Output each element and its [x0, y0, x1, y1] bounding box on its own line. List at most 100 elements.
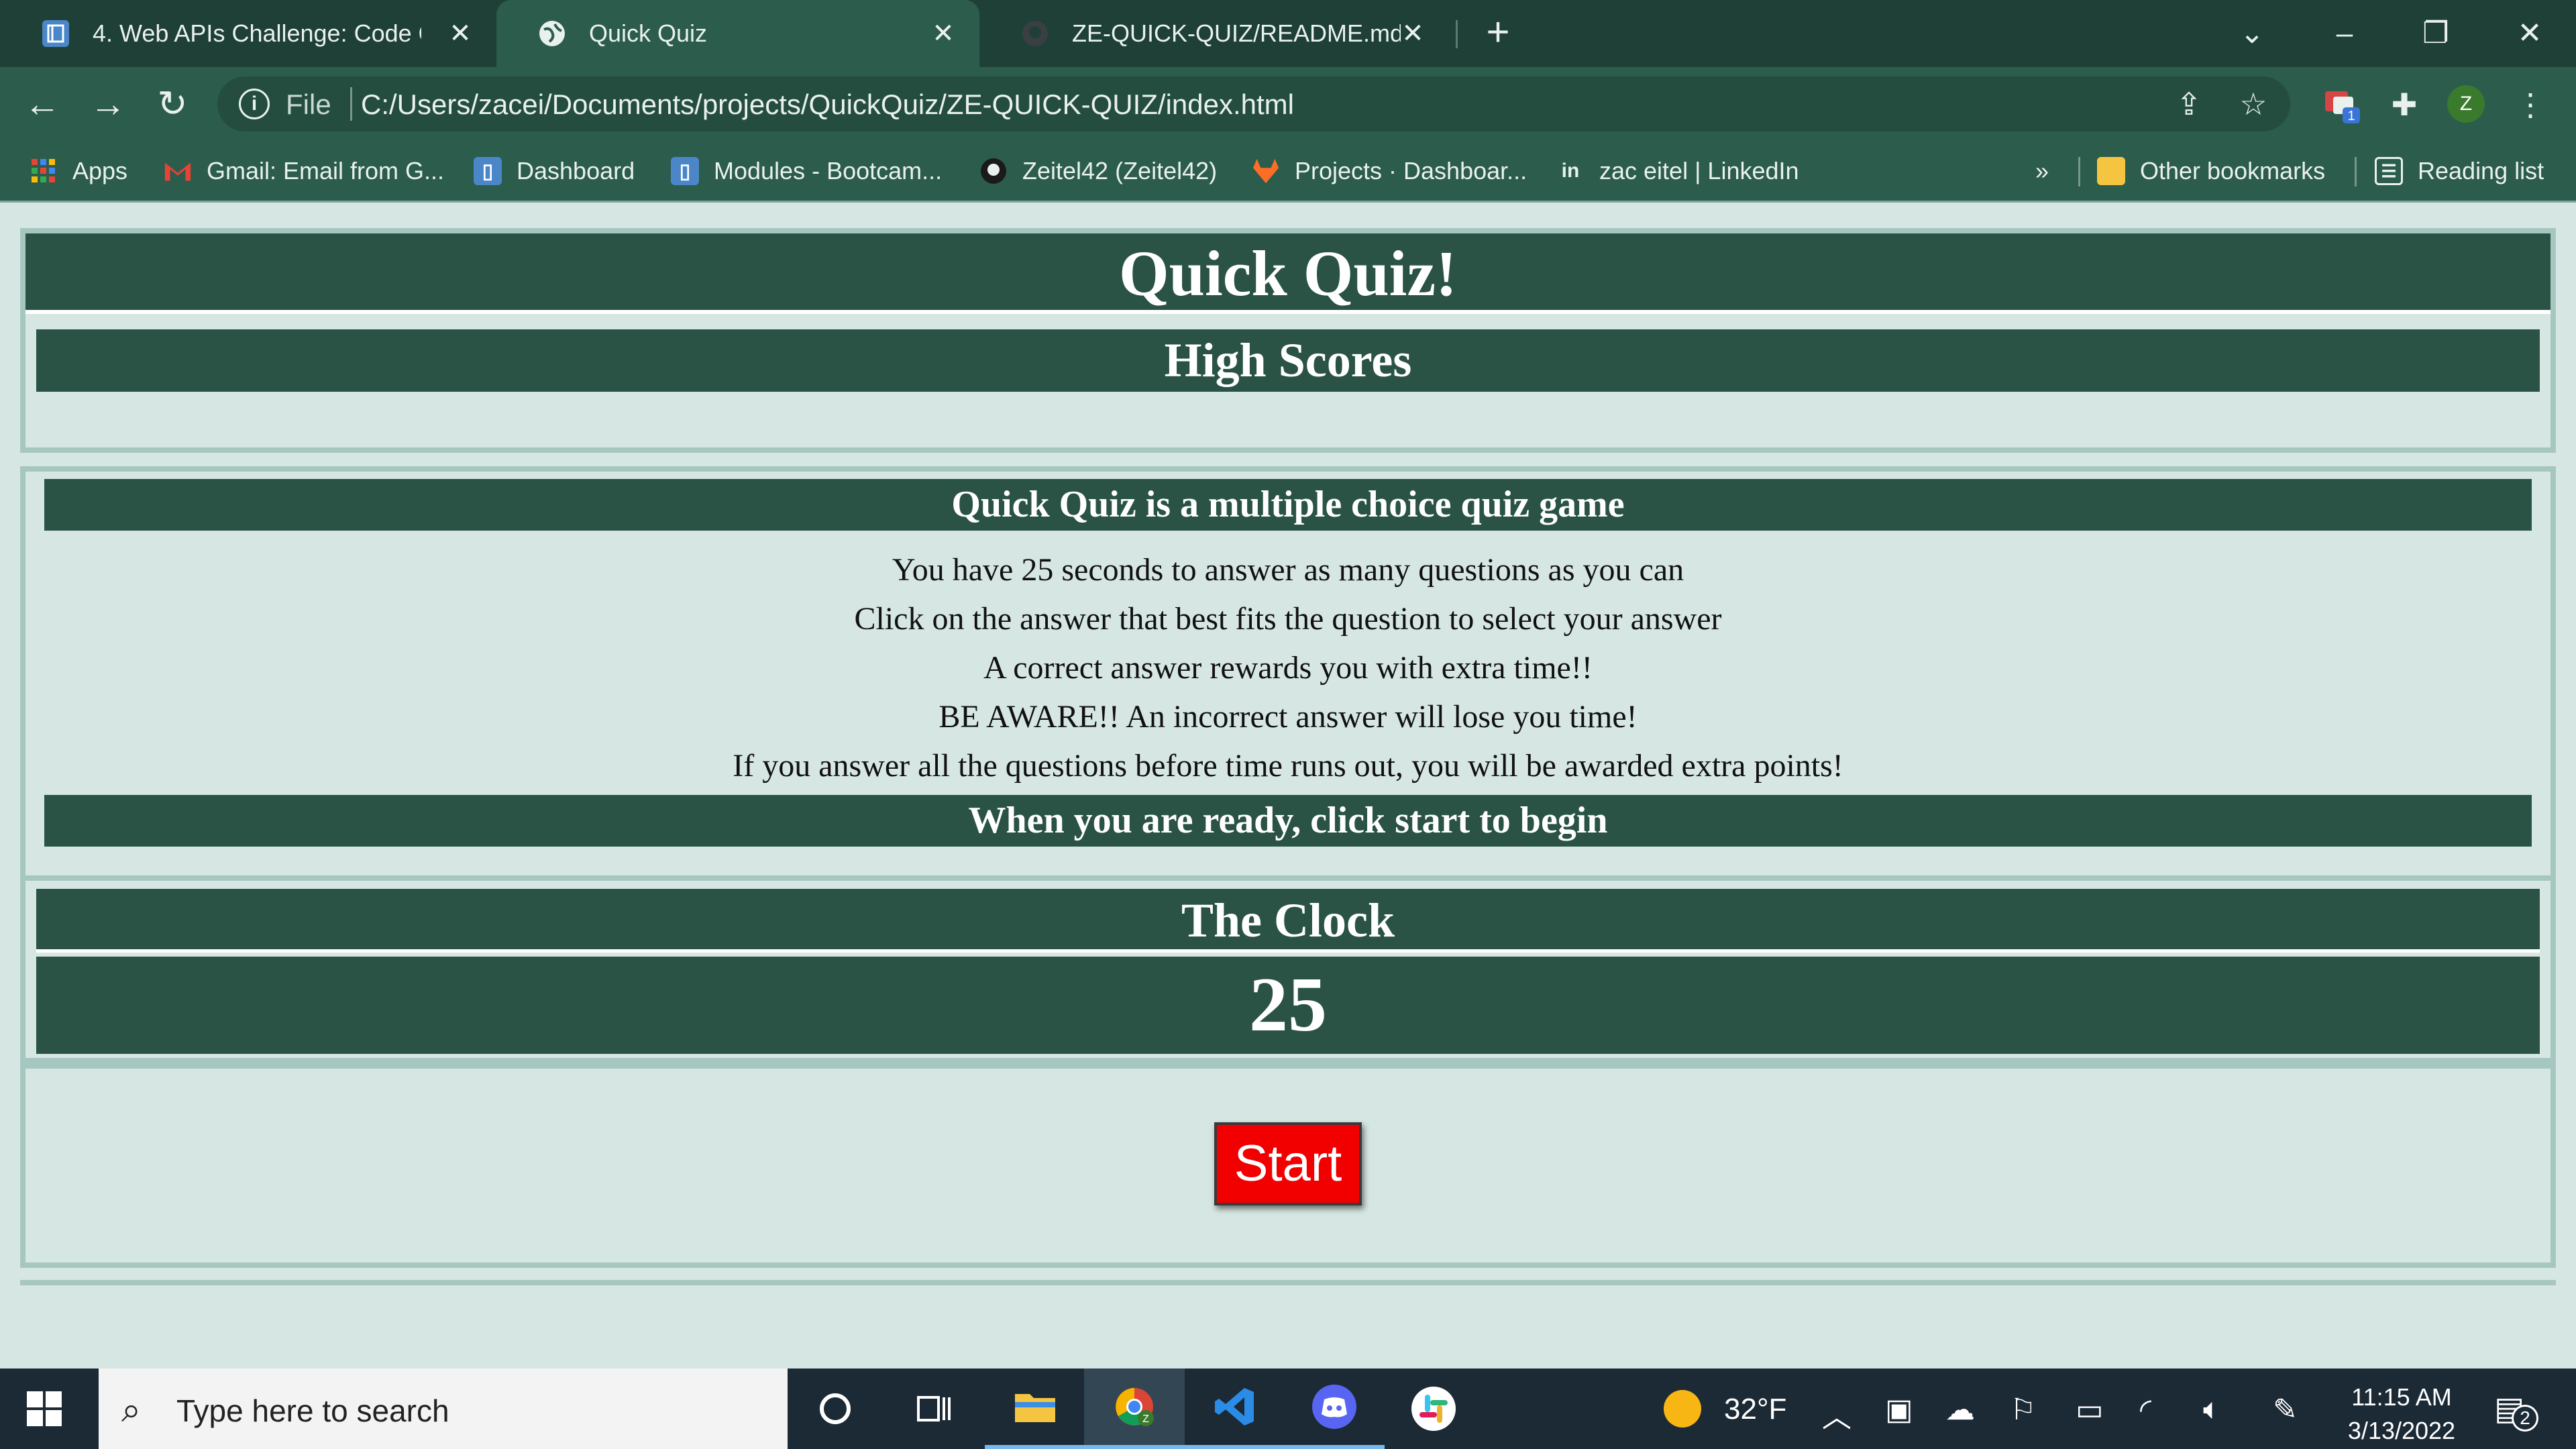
- notification-center-icon[interactable]: ▤ 2: [2494, 1390, 2538, 1432]
- bookmark-other-bookmarks[interactable]: Other bookmarks: [2097, 152, 2325, 191]
- instruction-line: BE AWARE!! An incorrect answer will lose…: [938, 699, 1638, 735]
- bookmark-linkedin[interactable]: in zac eitel | LinkedIn: [1556, 152, 1799, 191]
- bookmark-label: Other bookmarks: [2140, 157, 2326, 184]
- bootcamp-icon: ▯: [474, 157, 502, 185]
- bookmark-label: zac eitel | LinkedIn: [1599, 157, 1799, 184]
- address-bar[interactable]: i File C:/Users/zacei/Documents/projects…: [217, 76, 2290, 131]
- chrome-profile-initial: Z: [1142, 1413, 1149, 1425]
- tab-search-chevron-icon[interactable]: ⌄: [2229, 12, 2275, 55]
- reading-list-button[interactable]: ☰ Reading list: [2375, 152, 2544, 191]
- windows-taskbar: ⌕ Type here to search Z 32°F ︿ ▣ ☁ ⚐ ▭ ◜…: [0, 1368, 2576, 1449]
- chrome-icon[interactable]: Z: [1084, 1368, 1185, 1449]
- discord-icon[interactable]: [1284, 1368, 1385, 1449]
- taskbar-search-box[interactable]: ⌕ Type here to search: [99, 1368, 788, 1449]
- search-placeholder: Type here to search: [176, 1393, 449, 1428]
- tab-web-apis-challenge[interactable]: 4. Web APIs Challenge: Code Qui ✕: [0, 0, 496, 67]
- tab-divider: [1456, 20, 1458, 48]
- new-tab-plus-icon[interactable]: +: [1479, 12, 1517, 52]
- weather-temperature[interactable]: 32°F: [1724, 1393, 1786, 1426]
- url-text[interactable]: C:/Users/zacei/Documents/projects/QuickQ…: [361, 89, 1294, 121]
- bookmarks-divider: [2355, 157, 2357, 186]
- instructions-panel: Quick Quiz is a multiple choice quiz gam…: [20, 466, 2556, 875]
- bookmark-label: Modules - Bootcam...: [714, 157, 943, 184]
- bookmark-label: Projects · Dashboar...: [1295, 157, 1527, 184]
- file-explorer-icon[interactable]: [985, 1368, 1085, 1449]
- weather-sun-icon[interactable]: [1664, 1390, 1701, 1428]
- clock-time: 11:15 AM: [2351, 1383, 2452, 1411]
- meet-now-icon[interactable]: ▣: [1885, 1393, 1913, 1427]
- extension-badge-icon[interactable]: 1: [2322, 85, 2363, 125]
- tab-title: ZE-QUICK-QUIZ/README.md at: [1072, 19, 1401, 47]
- site-info-icon[interactable]: i: [239, 89, 270, 119]
- back-arrow-icon[interactable]: ←: [20, 82, 64, 126]
- bootcamp-icon: ▯: [671, 157, 699, 185]
- onedrive-cloud-icon[interactable]: ☁: [1945, 1393, 1975, 1427]
- bookmark-apps[interactable]: Apps: [30, 152, 127, 191]
- tab-strip: 4. Web APIs Challenge: Code Qui ✕ Quick …: [0, 0, 2576, 67]
- restore-icon[interactable]: ❐: [2412, 12, 2459, 55]
- bookmark-label: Gmail: Email from G...: [207, 157, 445, 184]
- bookmark-dashboard[interactable]: ▯ Dashboard: [474, 152, 635, 191]
- close-tab-icon[interactable]: ✕: [1397, 17, 1429, 50]
- clock-date: 3/13/2022: [2347, 1417, 2456, 1444]
- system-clock[interactable]: 11:15 AM 3/13/2022: [2334, 1381, 2469, 1448]
- browser-menu-icon[interactable]: ⋮: [2510, 85, 2551, 125]
- vscode-icon[interactable]: [1185, 1368, 1285, 1449]
- bookmark-label: Apps: [72, 157, 128, 184]
- bookmark-gitlab-projects[interactable]: Projects · Dashboar...: [1252, 152, 1527, 191]
- battery-icon[interactable]: ▭: [2076, 1393, 2104, 1427]
- security-icon[interactable]: ⚐: [2010, 1393, 2036, 1427]
- start-panel: Start: [20, 1063, 2556, 1268]
- bookmarks-divider: [2078, 157, 2080, 186]
- clock-title: The Clock: [36, 889, 2540, 953]
- header-panel: Quick Quiz! High Scores: [20, 228, 2556, 453]
- gitlab-icon: [1252, 157, 1280, 185]
- globe-icon: [537, 18, 568, 49]
- volume-icon[interactable]: 🔈︎: [2203, 1393, 2220, 1426]
- reading-list-label: Reading list: [2418, 157, 2544, 184]
- share-icon[interactable]: ⇪: [2171, 86, 2207, 122]
- linkedin-icon: in: [1561, 160, 1580, 182]
- bookmark-gmail[interactable]: Gmail: Email from G...: [164, 152, 444, 191]
- tab-title: Quick Quiz: [589, 19, 708, 47]
- extensions-puzzle-icon[interactable]: ✚: [2384, 85, 2424, 125]
- search-icon: ⌕: [121, 1391, 142, 1430]
- close-window-icon[interactable]: ✕: [2506, 12, 2553, 55]
- close-tab-icon[interactable]: ✕: [927, 17, 959, 50]
- forward-arrow-icon[interactable]: →: [86, 82, 130, 126]
- close-tab-icon[interactable]: ✕: [444, 17, 476, 50]
- minimize-icon[interactable]: –: [2321, 12, 2368, 55]
- bookmark-star-icon[interactable]: ☆: [2235, 86, 2271, 122]
- slack-icon[interactable]: [1383, 1368, 1484, 1449]
- tab-github-readme[interactable]: ZE-QUICK-QUIZ/README.md at ✕: [979, 0, 1449, 67]
- windows-start-icon[interactable]: [27, 1391, 62, 1426]
- wifi-icon[interactable]: ◜: [2140, 1393, 2151, 1427]
- profile-avatar[interactable]: Z: [2447, 85, 2485, 123]
- bookmark-label: Zeitel42 (Zeitel42): [1022, 157, 1218, 184]
- gmail-icon: [164, 157, 192, 185]
- show-hidden-icons-chevron-icon[interactable]: ︿: [1822, 1393, 1851, 1436]
- reload-icon[interactable]: ↻: [150, 82, 195, 126]
- high-scores-link[interactable]: High Scores: [36, 329, 2540, 392]
- task-view-icon[interactable]: [884, 1368, 985, 1449]
- address-divider: [350, 87, 352, 121]
- browser-toolbar: ← → ↻ i File C:/Users/zacei/Documents/pr…: [0, 67, 2576, 141]
- start-button[interactable]: Start: [1214, 1122, 1362, 1205]
- bookmark-label: Dashboard: [517, 157, 635, 184]
- bookmarks-overflow-chevron[interactable]: »: [2035, 152, 2049, 191]
- bookmark-github-zeitel42[interactable]: Zeitel42 (Zeitel42): [979, 152, 1217, 191]
- instructions-title: Quick Quiz is a multiple choice quiz gam…: [44, 479, 2532, 531]
- quiz-page: Quick Quiz! High Scores Quick Quiz is a …: [0, 205, 2576, 1368]
- github-icon: [1020, 18, 1051, 49]
- tab-quick-quiz[interactable]: Quick Quiz ✕: [496, 0, 979, 67]
- cortana-icon[interactable]: [785, 1368, 885, 1449]
- instruction-line: A correct answer rewards you with extra …: [983, 650, 1593, 686]
- bookmarks-bar: Apps Gmail: Email from G... ▯ Dashboard …: [0, 141, 2576, 203]
- instruction-line: Click on the answer that best fits the q…: [854, 601, 1722, 637]
- apps-grid-icon: [30, 157, 58, 185]
- bookmark-modules-bootcamp[interactable]: ▯ Modules - Bootcam...: [671, 152, 942, 191]
- folder-icon: [2097, 157, 2125, 185]
- tab-title: 4. Web APIs Challenge: Code Qui: [93, 19, 421, 47]
- instruction-line: If you answer all the questions before t…: [733, 748, 1843, 784]
- pen-icon[interactable]: ✎: [2273, 1393, 2298, 1427]
